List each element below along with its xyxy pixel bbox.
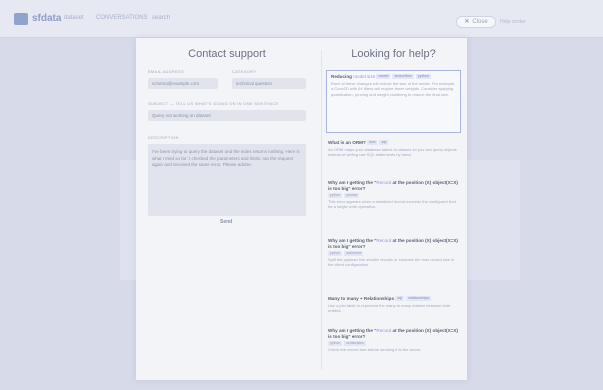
contact-title: Contact support (188, 48, 266, 60)
email-field[interactable]: schema@example.com (148, 78, 218, 89)
tag[interactable]: orm (367, 140, 378, 145)
tag[interactable]: python (328, 341, 343, 346)
tag[interactable]: python (415, 74, 431, 79)
subject-field[interactable]: Query not working on dataset (148, 110, 306, 121)
result-title: Why am I getting the "Record at the posi… (328, 180, 458, 191)
list-item[interactable]: Many to many + Relationships sql relation… (326, 296, 461, 314)
tag[interactable]: python (328, 251, 343, 256)
list-item[interactable]: Why am I getting the "Record at the posi… (326, 328, 461, 352)
category-select[interactable]: technical question (232, 78, 306, 89)
nav-item-conversations[interactable]: CONVERSATIONS (96, 15, 148, 21)
logo-icon (14, 13, 28, 25)
subject-label: SUBJECT — TELL US WHAT'S GOING ON IN ONE… (148, 101, 279, 106)
email-label: EMAIL ADDRESS (148, 69, 184, 74)
help-center-link[interactable]: Help center (500, 19, 526, 25)
brand-name: sfdata (32, 13, 62, 24)
result-title: Reducing model size model tensorflow pytho… (331, 74, 431, 79)
result-snippet: Each of these changes will reduce the si… (331, 81, 456, 97)
result-snippet: Use a join table to represent the many t… (328, 303, 451, 314)
result-snippet: Split the payload into smaller chunks or… (328, 257, 455, 268)
send-button[interactable]: Send (220, 219, 232, 225)
tag[interactable]: sql (395, 296, 405, 301)
tag[interactable]: tensorflow (392, 74, 414, 79)
description-textarea[interactable]: I've been trying to query the dataset an… (148, 144, 306, 216)
tag[interactable]: sql (379, 140, 389, 145)
tag[interactable]: python (328, 193, 343, 198)
tag[interactable]: model (376, 74, 391, 79)
result-title: What is an ORM? orm sql (328, 140, 389, 145)
description-label: DESCRIPTION (148, 135, 179, 140)
tag[interactable]: dataframe (344, 251, 364, 256)
help-title: Looking for help? (351, 48, 436, 60)
support-modal: Contact support EMAIL ADDRESS schema@exa… (136, 38, 467, 380)
result-snippet: An ORM maps your database tables to clas… (328, 147, 457, 158)
close-icon: ✕ (464, 19, 470, 25)
nav-item-dataset[interactable]: dataset (64, 15, 84, 21)
result-snippet: Check the record size before sending it … (328, 347, 422, 352)
nav-item-search[interactable]: search (152, 15, 170, 21)
app-header: sfdata dataset CONVERSATIONS search ✕ Clo… (0, 0, 603, 38)
tag[interactable]: pandas (344, 193, 360, 198)
list-item[interactable]: What is an ORM? orm sql An ORM maps your … (326, 140, 461, 158)
result-title: Why am I getting the "Record at the posi… (328, 328, 458, 339)
list-item[interactable]: Why am I getting the "Record at the posi… (326, 238, 461, 268)
column-divider (321, 50, 322, 370)
close-label: Close (472, 19, 488, 25)
result-title: Many to many + Relationships sql relation… (328, 296, 432, 301)
list-item[interactable]: Why am I getting the "Record at the posi… (326, 180, 461, 210)
tag[interactable]: relationships (406, 296, 432, 301)
close-button[interactable]: ✕ Close (456, 16, 496, 28)
tag[interactable]: serialization (344, 341, 367, 346)
category-label: CATEGORY (232, 69, 257, 74)
result-snippet: This error appears when a serialized rec… (328, 199, 456, 210)
result-title: Why am I getting the "Record at the posi… (328, 238, 458, 249)
featured-result[interactable]: Reducing model size model tensorflow pytho… (326, 70, 461, 133)
